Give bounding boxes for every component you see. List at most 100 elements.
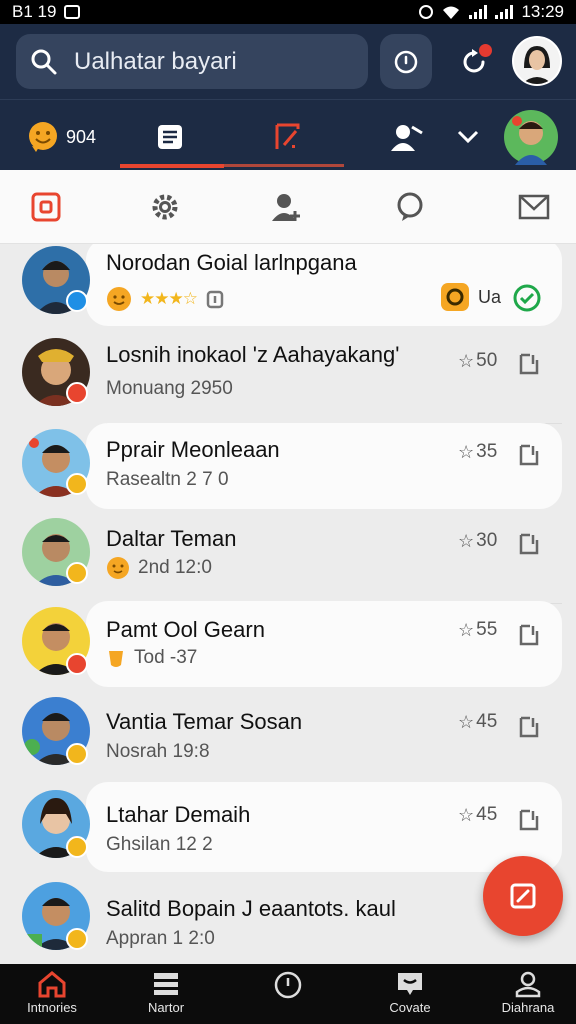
header-divider — [0, 99, 576, 100]
star-icon: ☆ — [458, 804, 475, 825]
contact-row[interactable]: Losnih inokaol 'z Aahayakang' Monuang 29… — [0, 332, 576, 424]
rating-stars-icon: ★★★☆ — [140, 289, 198, 308]
bookmark-icon[interactable] — [518, 532, 540, 556]
row-background — [86, 601, 562, 687]
category-tabs: 904 — [0, 106, 576, 168]
tab-group-avatar[interactable] — [502, 110, 560, 165]
contact-subtitle: Appran 1 2:0 — [106, 928, 215, 949]
emoji-icon — [107, 287, 131, 311]
chat-icon — [398, 973, 422, 995]
contact-row[interactable]: Vantia Temar Sosan Nosrah 19:8 ☆ 45 — [0, 689, 576, 781]
tab-score[interactable]: 904 — [18, 114, 104, 160]
compose-icon — [510, 883, 536, 909]
contact-meta: Tod -37 — [106, 647, 197, 669]
notification-dot — [479, 44, 492, 57]
contact-name: Salitd Bopain J eaantots. kaul — [106, 896, 396, 921]
tab-news[interactable] — [148, 114, 192, 160]
chevron-down-icon — [457, 130, 479, 144]
contact-name: Norodan Goial larlnpgana — [106, 250, 357, 275]
contact-row[interactable]: Daltar Teman 2nd 12:0 ☆ 30 — [0, 512, 576, 604]
status-time-left: B1 19 — [12, 2, 57, 21]
nav-home[interactable]: Intnories — [2, 970, 102, 1024]
tab-edit[interactable] — [266, 114, 310, 160]
contact-score: ☆ 55 — [458, 619, 497, 641]
contact-subtitle: 2nd 12:0 — [138, 557, 212, 578]
bookmark-icon[interactable] — [518, 352, 540, 376]
bookmark-icon[interactable] — [518, 808, 540, 832]
bookmark-icon[interactable] — [518, 715, 540, 739]
score-value: 30 — [476, 530, 498, 551]
star-icon: ☆ — [458, 350, 475, 371]
chat-button[interactable] — [393, 190, 427, 224]
status-badge — [66, 743, 88, 765]
add-contact-button[interactable] — [270, 190, 304, 224]
score-label: 904 — [65, 126, 97, 147]
status-badge — [66, 290, 88, 312]
refresh-button[interactable] — [454, 42, 494, 82]
news-icon — [158, 125, 182, 149]
status-badge — [66, 836, 88, 858]
settings-button[interactable] — [148, 190, 182, 224]
contact-row[interactable]: Pamt Ool Gearn Tod -37 ☆ 55 — [0, 599, 576, 691]
nav-list[interactable]: Nartor — [116, 970, 216, 1024]
status-badge — [66, 473, 88, 495]
signal-icon — [469, 5, 488, 19]
profile-icon — [515, 971, 541, 998]
status-bar: B1 19 13:29 — [0, 0, 576, 24]
search-text: Ualhatar bayari — [74, 47, 237, 75]
edit-icon — [275, 123, 300, 149]
contact-subtitle: Monuang 2950 — [106, 378, 233, 399]
home-icon — [38, 971, 66, 998]
search-bar[interactable]: Ualhatar bayari — [16, 34, 368, 89]
tab-indicator-secondary — [224, 164, 344, 167]
camera-icon — [31, 192, 61, 222]
timer-button[interactable] — [380, 34, 432, 89]
screenshot-icon — [64, 5, 81, 19]
status-badge — [66, 928, 88, 950]
status-badge — [66, 562, 88, 584]
compose-button[interactable] — [483, 856, 563, 936]
tab-contacts[interactable] — [384, 114, 428, 160]
status-badge — [66, 382, 88, 404]
tab-dropdown[interactable] — [448, 114, 488, 160]
group-avatar-icon — [504, 110, 558, 165]
contact-score: ☆ 35 — [458, 441, 497, 463]
nav-label: Covate — [389, 1000, 431, 1015]
contact-row[interactable]: Pprair Meonleaan Rasealtn 2 7 0 ☆ 35 — [0, 421, 576, 513]
bookmark-icon[interactable] — [518, 623, 540, 647]
contact-subtitle: Ghsilan 12 2 — [106, 834, 213, 855]
nav-label: Nartor — [147, 1000, 185, 1015]
score-value: 45 — [476, 711, 498, 732]
mail-icon — [518, 194, 550, 220]
action-toolbar — [0, 170, 576, 244]
score-value: 50 — [476, 350, 498, 371]
mail-button[interactable] — [517, 190, 551, 224]
users-icon — [391, 125, 423, 151]
profile-avatar[interactable] — [512, 36, 562, 86]
nav-label: Diahrana — [501, 1000, 555, 1015]
score-value: 45 — [476, 804, 498, 825]
contact-name: Pamt Ool Gearn — [106, 617, 265, 642]
status-time-right: 13:29 — [521, 2, 564, 21]
contact-subtitle: Tod -37 — [134, 647, 198, 668]
clock-icon — [394, 50, 418, 73]
contact-row[interactable]: Ltahar Demaih Ghsilan 12 2 ☆ 45 — [0, 780, 576, 872]
nav-chat[interactable]: Covate — [360, 970, 460, 1024]
contact-row[interactable]: Norodan Goial larlnpgana ★★★☆ Ua — [0, 244, 576, 336]
star-icon: ☆ — [458, 441, 475, 462]
nav-clock[interactable] — [238, 970, 338, 1024]
bookmark-icon[interactable] — [518, 443, 540, 467]
alarm-icon — [419, 5, 434, 19]
emoji-icon — [109, 651, 123, 667]
score-value: 55 — [476, 619, 498, 640]
nav-profile[interactable]: Diahrana — [478, 970, 576, 1024]
contact-name: Pprair Meonleaan — [106, 437, 280, 462]
contact-score: ☆ 50 — [458, 350, 497, 372]
verified-check-icon — [513, 284, 541, 312]
contact-score: ☆ 45 — [458, 804, 497, 826]
contact-subtitle: Nosrah 19:8 — [106, 741, 210, 762]
camera-button[interactable] — [29, 190, 63, 224]
contact-subtitle: Rasealtn 2 7 0 — [106, 469, 229, 490]
emoji-icon — [28, 122, 57, 152]
signal-2-icon — [495, 5, 514, 19]
